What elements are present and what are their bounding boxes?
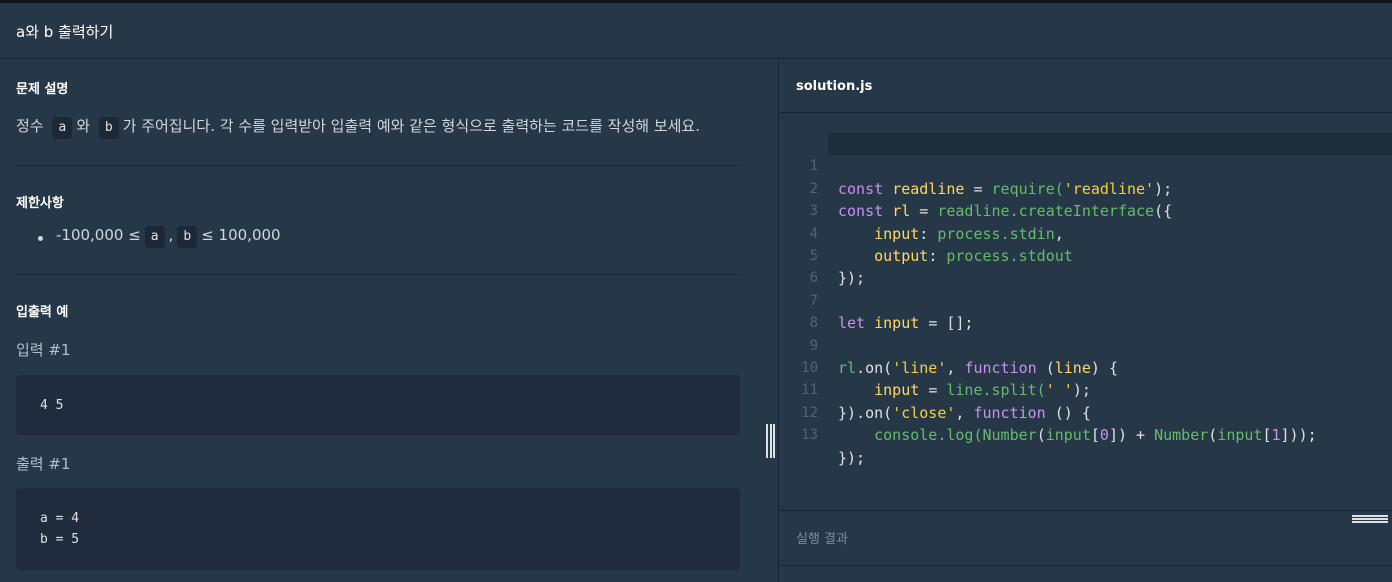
input-label: 입력 #1: [16, 341, 71, 359]
var-b-chip: b: [98, 117, 119, 139]
code-line: 7 let input = [];: [780, 267, 1392, 332]
code-line: 4 output: process.stdout: [780, 200, 1392, 265]
editor-panel: solution.js 1 const readline = require('…: [780, 60, 1392, 582]
page-title: a와 b 출력하기: [16, 23, 114, 41]
problem-panel[interactable]: 문제 설명 정수 a와 b가 주어집니다. 각 수를 입력받아 입출력 예와 같…: [0, 60, 779, 582]
code-line: 12 console.log(Number(input[0]) + Number…: [780, 379, 1392, 444]
constraint-part-5: ≤ 100,000: [201, 226, 281, 244]
code-line: 9 rl.on('line', function (line) {: [780, 312, 1392, 377]
output-label: 출력 #1: [16, 455, 71, 473]
result-panel-header[interactable]: 실행 결과: [780, 510, 1392, 566]
result-label: 실행 결과: [796, 532, 848, 547]
result-resize-handle[interactable]: [1352, 515, 1388, 523]
description-part-3: 와: [76, 117, 91, 135]
output-example-line-2: b = 5: [40, 532, 80, 547]
constraint-text: -100,000 ≤ a, b ≤ 100,000: [56, 226, 281, 248]
description-heading: 문제 설명: [16, 82, 69, 97]
bullet-dot: [38, 236, 43, 241]
file-tab[interactable]: solution.js: [780, 60, 1392, 113]
output-example-box: a = 4 b = 5: [16, 488, 740, 570]
constraint-part-1: -100,000 ≤: [56, 226, 141, 244]
panel-resize-handle[interactable]: [766, 424, 775, 458]
description-text: 정수 a와 b가 주어집니다. 각 수를 입력받아 입출력 예와 같은 형식으로…: [16, 115, 700, 139]
constraint-a-chip: a: [144, 226, 165, 248]
code-line: 1 const readline = require('readline');: [780, 133, 1392, 197]
io-heading: 입출력 예: [16, 305, 69, 320]
divider: [16, 165, 740, 166]
code-line: 13 });: [780, 402, 1392, 466]
code-line: 5 });: [780, 223, 1392, 287]
code-line: 11 }).on('close', function () {: [780, 357, 1392, 421]
divider: [16, 274, 740, 275]
constraint-b-chip: b: [177, 226, 198, 248]
var-a-chip: a: [52, 117, 73, 139]
title-bar: a와 b 출력하기: [0, 3, 1392, 59]
code-line: 3 input: process.stdin,: [780, 178, 1392, 242]
constraint-comma: ,: [168, 226, 174, 244]
file-name: solution.js: [796, 79, 873, 94]
input-example-box: 4 5: [16, 375, 740, 435]
code-line: 10 input = line.split(' ');: [780, 335, 1392, 399]
input-example-value: 4 5: [40, 398, 64, 413]
code-line: 8: [780, 290, 1392, 331]
code-line: 2 const rl = readline.createInterface({: [780, 155, 1392, 220]
line-number: 13: [801, 427, 818, 444]
output-example-line-1: a = 4: [40, 511, 80, 526]
description-part-5: 가 주어집니다. 각 수를 입력받아 입출력 예와 같은 형식으로 출력하는 코…: [122, 117, 700, 135]
description-part-1: 정수: [16, 117, 44, 135]
constraints-heading: 제한사항: [16, 196, 64, 211]
code-editor[interactable]: 1 const readline = require('readline'); …: [780, 114, 1392, 510]
code-line: 6: [780, 245, 1392, 286]
